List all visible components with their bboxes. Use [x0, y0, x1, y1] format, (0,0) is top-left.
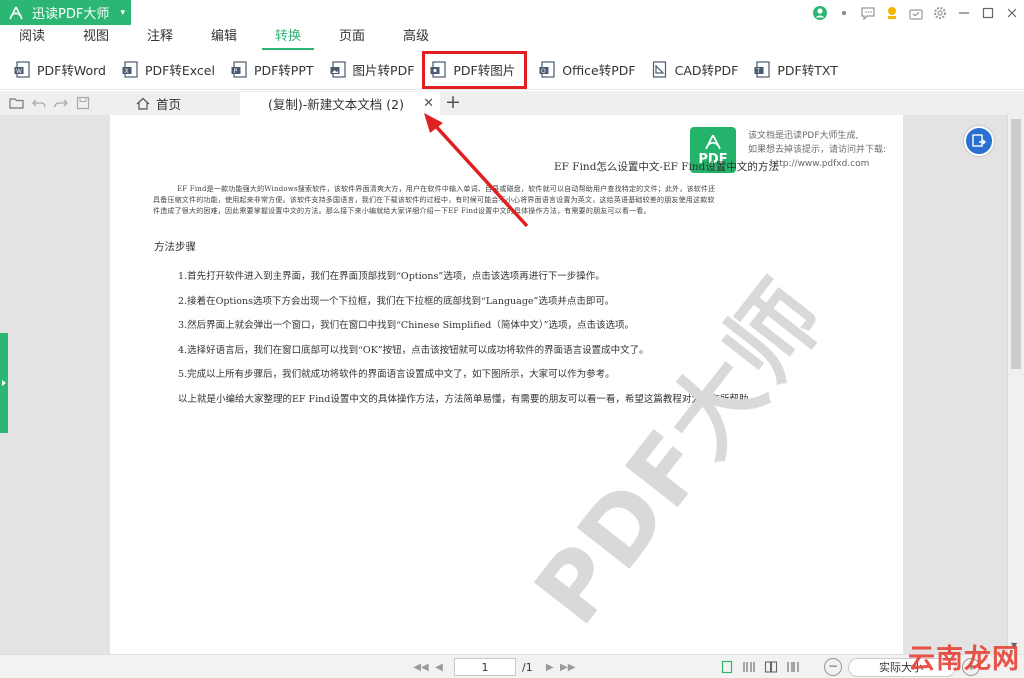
continuous-view-icon[interactable] [738, 658, 760, 676]
first-page-icon[interactable]: ◀◀ [412, 662, 430, 673]
tool-label: CAD转PDF [674, 63, 739, 78]
status-bar: ◀◀ ◀ /1 ▶ ▶▶ − 实际大小 + [0, 654, 1024, 678]
cad-to-pdf-button[interactable]: CAD转PDF [652, 55, 739, 85]
scrollbar-thumb[interactable] [1011, 119, 1021, 369]
two-page-view-icon[interactable] [760, 658, 782, 676]
svg-text:T: T [756, 68, 761, 75]
vertical-scrollbar[interactable]: ▼ [1007, 115, 1024, 654]
pdf-to-txt-icon: T [754, 61, 770, 78]
sidebar-toggle[interactable] [0, 333, 8, 433]
app-title: 迅读PDF大师 [32, 7, 110, 22]
window-controls [808, 0, 1024, 25]
pdf-to-image-button[interactable]: PDF转图片 [422, 50, 528, 89]
tab-edit[interactable]: 编辑 [192, 25, 256, 49]
add-tab-icon[interactable]: + [445, 91, 461, 115]
document-tab[interactable]: (复制)-新建文本文档 (2) ✕ [240, 92, 440, 115]
pdf-to-word-button[interactable]: W PDF转Word [14, 55, 106, 85]
intro-paragraph: EF Find是一款功能强大的Windows搜索软件，该软件界面清爽大方，用户在… [153, 185, 716, 215]
svg-text:P: P [233, 68, 237, 75]
svg-text:O: O [541, 68, 546, 75]
tool-label: PDF转Excel [144, 63, 215, 78]
close-tab-icon[interactable]: ✕ [423, 92, 434, 115]
cad-to-pdf-icon [652, 61, 668, 78]
two-page-continuous-icon[interactable] [782, 658, 804, 676]
separator-dot-icon [832, 0, 856, 25]
page-navigation: ◀◀ ◀ /1 ▶ ▶▶ [412, 655, 577, 678]
pdf-to-excel-icon: X [122, 61, 138, 78]
tool-label: PDF转PPT [253, 63, 314, 78]
zoom-out-icon[interactable]: − [824, 658, 842, 676]
notice-url: http://www.pdfxd.com [770, 159, 870, 169]
pdf-to-word-icon: W [14, 61, 30, 78]
office-to-pdf-button[interactable]: O Office转PDF [539, 55, 636, 85]
convert-toolbar: W PDF转Word X PDF转Excel P PDF转PPT 图片转PDF … [0, 50, 1024, 90]
office-to-pdf-icon: O [539, 61, 555, 78]
tab-view[interactable]: 视图 [64, 25, 128, 49]
home-tab[interactable]: 首页 [136, 91, 181, 115]
user-avatar-icon[interactable] [808, 0, 832, 25]
tab-page[interactable]: 页面 [320, 25, 384, 49]
single-page-view-icon[interactable] [716, 658, 738, 676]
pdf-to-excel-button[interactable]: X PDF转Excel [122, 55, 215, 85]
notice-line-2: 如果想去掉该提示，请访问并下载: [748, 145, 887, 155]
image-to-pdf-button[interactable]: 图片转PDF [330, 55, 415, 85]
gift-icon[interactable] [904, 0, 928, 25]
section-heading: 方法步骤 [154, 241, 196, 253]
tab-read[interactable]: 阅读 [0, 25, 64, 49]
floating-convert-icon[interactable] [964, 126, 994, 156]
tab-annotate[interactable]: 注释 [128, 25, 192, 49]
redo-icon[interactable] [50, 93, 72, 113]
prev-page-icon[interactable]: ◀ [430, 662, 448, 673]
app-window: 迅读PDF大师 ▾ 阅读 视图 注释 编辑 转换 页面 高级 W PDF转Wor… [0, 0, 1024, 678]
save-icon[interactable] [72, 93, 94, 113]
view-mode-buttons [716, 658, 804, 676]
document-title: EF Find怎么设置中文-EF Find设置中文的方法 [554, 161, 779, 173]
pdf-to-txt-button[interactable]: T PDF转TXT [754, 55, 838, 85]
app-menu-button[interactable]: 迅读PDF大师 ▾ [0, 0, 131, 25]
page-total: /1 [522, 660, 533, 674]
tool-label: PDF转图片 [453, 63, 516, 78]
svg-text:X: X [124, 68, 128, 75]
quick-access-toolbar [6, 91, 94, 115]
image-to-pdf-icon [330, 61, 346, 78]
tab-advanced[interactable]: 高级 [384, 25, 448, 49]
site-watermark: 云南龙网 [908, 644, 1020, 675]
close-window-icon[interactable] [1000, 0, 1024, 25]
home-tab-label: 首页 [156, 96, 182, 112]
maximize-icon[interactable] [976, 0, 1000, 25]
document-tab-label: (复制)-新建文本文档 (2) [268, 97, 404, 112]
tool-label: Office转PDF [562, 63, 636, 78]
open-folder-icon[interactable] [6, 93, 28, 113]
title-bar: 迅读PDF大师 ▾ [0, 0, 1024, 25]
notice-line-1: 该文档是迅读PDF大师生成, [748, 131, 859, 141]
ribbon-tabs: 阅读 视图 注释 编辑 转换 页面 高级 [0, 25, 1024, 50]
pdf-page: PDF 该文档是迅读PDF大师生成, 如果想去掉该提示，请访问并下载: http… [110, 115, 903, 654]
chevron-down-icon: ▾ [120, 7, 125, 18]
app-logo-icon [8, 6, 26, 20]
tool-label: PDF转TXT [777, 63, 838, 78]
svg-text:W: W [16, 68, 22, 75]
message-icon[interactable] [856, 0, 880, 25]
next-page-icon[interactable]: ▶ [541, 662, 559, 673]
home-icon [136, 97, 150, 110]
document-tab-bar: 首页 (复制)-新建文本文档 (2) ✕ + [0, 91, 1024, 115]
tool-label: PDF转Word [37, 63, 106, 78]
last-page-icon[interactable]: ▶▶ [559, 662, 577, 673]
tab-convert[interactable]: 转换 [256, 25, 320, 50]
minimize-icon[interactable] [952, 0, 976, 25]
pdf-to-ppt-icon: P [231, 61, 247, 78]
undo-icon[interactable] [28, 93, 50, 113]
vip-icon[interactable] [880, 0, 904, 25]
settings-gear-icon[interactable] [928, 0, 952, 25]
document-workspace: PDF 该文档是迅读PDF大师生成, 如果想去掉该提示，请访问并下载: http… [0, 115, 1024, 654]
pdf-to-image-icon [430, 61, 446, 78]
pdf-to-ppt-button[interactable]: P PDF转PPT [231, 55, 314, 85]
page-number-input[interactable] [454, 658, 516, 676]
tool-label: 图片转PDF [352, 63, 415, 78]
